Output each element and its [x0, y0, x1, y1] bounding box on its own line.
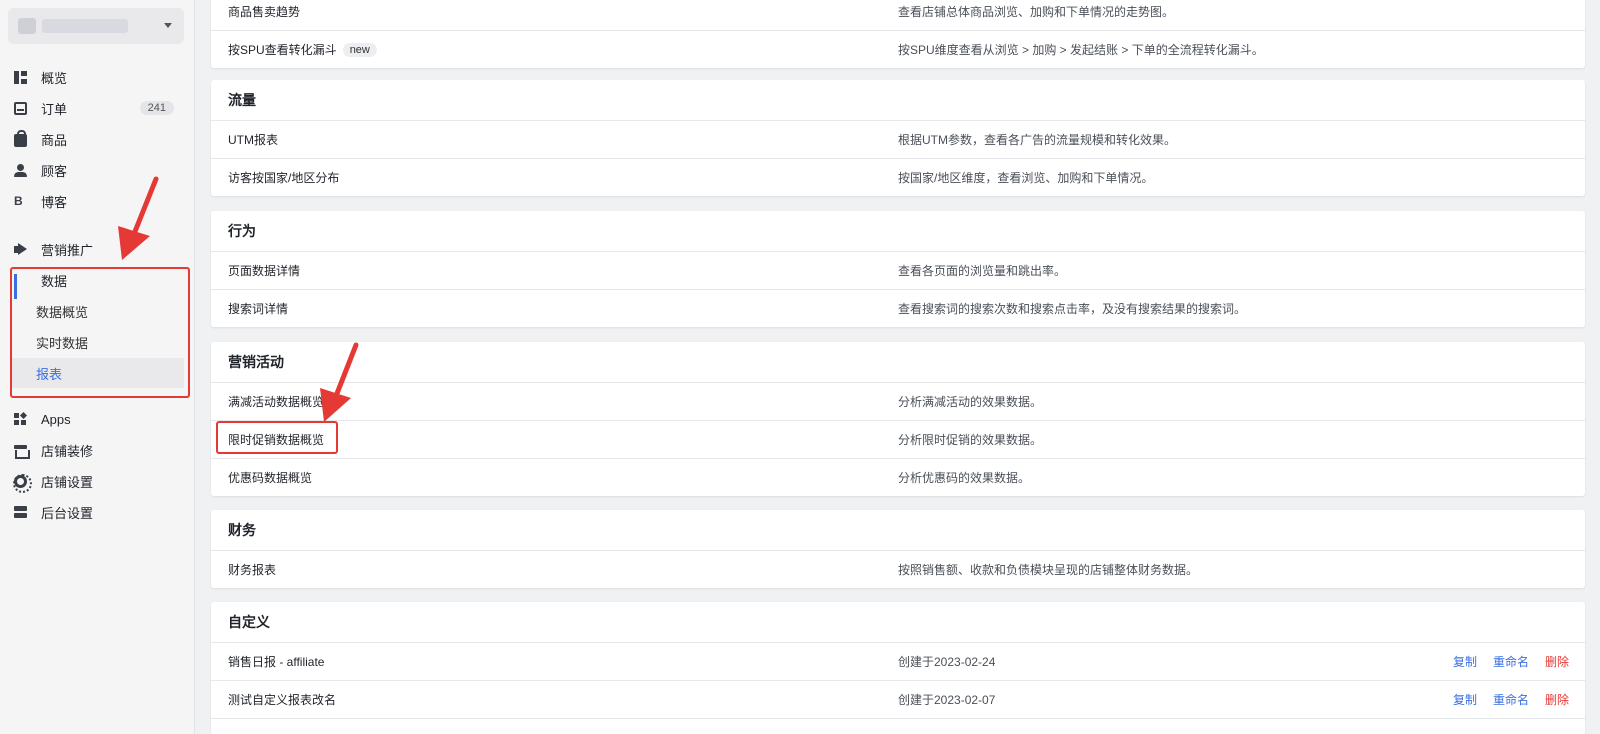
card-custom: 自定义 销售日报 - affiliate 创建于2023-02-24 复制 重命… — [211, 602, 1585, 734]
apps-icon — [14, 412, 27, 426]
report-description: 分析限时促销的效果数据。 — [898, 433, 1043, 447]
report-description: 分析满减活动的效果数据。 — [898, 395, 1043, 409]
store-switcher[interactable] — [8, 8, 184, 44]
report-created-date: 创建于2023-02-07 — [898, 693, 996, 707]
sidebar-item-label: 店铺装修 — [41, 443, 94, 459]
delete-button[interactable]: 删除 — [1545, 691, 1569, 708]
sidebar-item-admin-settings[interactable]: 后台设置 — [8, 497, 184, 527]
rename-button[interactable]: 重命名 — [1493, 691, 1529, 708]
annotation-arrow-icon — [320, 342, 359, 422]
report-created-date: 创建于2023-02-24 — [898, 655, 996, 669]
report-description: 按SPU维度查看从浏览 > 加购 > 发起结账 > 下单的全流程转化漏斗。 — [898, 43, 1264, 57]
table-row[interactable]: 财务报表 按照销售额、收款和负债模块呈现的店铺整体财务数据。 — [211, 550, 1585, 588]
chevron-down-icon — [164, 23, 172, 28]
sidebar-item-label: 店铺设置 — [41, 474, 94, 490]
sidebar-item-theme[interactable]: 店铺装修 — [8, 435, 184, 465]
report-name[interactable]: 满减活动数据概览 — [228, 393, 324, 410]
table-row-partial[interactable] — [211, 718, 1585, 734]
report-name[interactable]: UTM报表 — [228, 131, 278, 148]
store-name-blurred — [42, 19, 128, 33]
report-description: 查看各页面的浏览量和跳出率。 — [898, 264, 1067, 278]
shopping-bag-icon — [14, 129, 27, 147]
sidebar-item-label: 概览 — [41, 70, 68, 86]
report-name[interactable]: 优惠码数据概览 — [228, 469, 312, 486]
section-title: 财务 — [228, 522, 256, 538]
highlight-box-analytics-menu — [10, 267, 190, 398]
report-name-text: 按SPU查看转化漏斗 — [228, 43, 337, 57]
report-name[interactable]: 财务报表 — [228, 561, 276, 578]
report-name[interactable]: 测试自定义报表改名 — [228, 691, 336, 708]
table-row[interactable]: 满减活动数据概览 分析满减活动的效果数据。 — [211, 382, 1585, 420]
report-name[interactable]: 按SPU查看转化漏斗 new — [228, 41, 377, 58]
report-description: 查看搜索词的搜索次数和搜索点击率，及没有搜索结果的搜索词。 — [898, 302, 1247, 316]
table-row[interactable]: 限时促销数据概览 分析限时促销的效果数据。 — [211, 420, 1585, 458]
section-title: 自定义 — [228, 614, 270, 630]
sidebar-item-overview[interactable]: 概览 — [8, 62, 184, 92]
report-name[interactable]: 页面数据详情 — [228, 262, 300, 279]
sidebar-item-apps[interactable]: Apps — [8, 404, 184, 434]
sidebar-item-label: Apps — [41, 411, 71, 427]
card-traffic: 流量 UTM报表 根据UTM参数，查看各广告的流量规模和转化效果。 访客按国家/… — [211, 80, 1585, 196]
section-title: 行为 — [228, 223, 256, 239]
dashboard-icon — [14, 70, 27, 84]
server-icon — [14, 505, 27, 519]
report-name[interactable]: 访客按国家/地区分布 — [228, 169, 339, 186]
annotation-arrow-icon — [118, 176, 159, 260]
sidebar-item-orders[interactable]: 订单 241 — [8, 93, 184, 123]
megaphone-icon — [14, 243, 27, 256]
report-description: 按照销售额、收款和负债模块呈现的店铺整体财务数据。 — [898, 563, 1199, 577]
report-name[interactable]: 销售日报 - affiliate — [228, 653, 324, 670]
sidebar-item-label: 后台设置 — [41, 505, 94, 521]
new-badge: new — [342, 42, 377, 57]
section-title: 营销活动 — [228, 354, 284, 370]
table-row[interactable]: 测试自定义报表改名 创建于2023-02-07 复制 重命名 删除 — [211, 680, 1585, 718]
report-description: 按国家/地区维度，查看浏览、加购和下单情况。 — [898, 171, 1154, 185]
store-logo-blurred — [18, 18, 36, 34]
row-actions: 复制 重命名 删除 — [1453, 653, 1569, 670]
gear-icon — [13, 473, 32, 493]
inbox-icon — [14, 101, 27, 115]
copy-button[interactable]: 复制 — [1453, 691, 1477, 708]
sidebar-item-label: 商品 — [41, 132, 68, 148]
delete-button[interactable]: 删除 — [1545, 653, 1569, 670]
card-finance: 财务 财务报表 按照销售额、收款和负债模块呈现的店铺整体财务数据。 — [211, 510, 1585, 588]
report-description: 查看店铺总体商品浏览、加购和下单情况的走势图。 — [898, 4, 1175, 19]
storefront-icon — [14, 444, 30, 459]
scrollbar-track[interactable] — [1588, 0, 1600, 734]
blog-icon: B — [14, 193, 23, 208]
report-name[interactable]: 搜索词详情 — [228, 300, 288, 317]
report-name[interactable]: 商品售卖趋势 — [228, 3, 300, 20]
report-description: 分析优惠码的效果数据。 — [898, 471, 1031, 485]
row-actions: 复制 重命名 删除 — [1453, 691, 1569, 708]
table-row[interactable]: 商品售卖趋势 查看店铺总体商品浏览、加购和下单情况的走势图。 — [211, 0, 1585, 30]
sidebar-item-store-settings[interactable]: 店铺设置 — [8, 466, 184, 496]
highlight-box-flash-sale-report — [216, 421, 338, 454]
report-description: 根据UTM参数，查看各广告的流量规模和转化效果。 — [898, 133, 1176, 147]
rename-button[interactable]: 重命名 — [1493, 653, 1529, 670]
section-title: 流量 — [228, 92, 256, 108]
card-behavior: 行为 页面数据详情 查看各页面的浏览量和跳出率。 搜索词详情 查看搜索词的搜索次… — [211, 211, 1585, 327]
sidebar-item-label: 订单 — [41, 101, 68, 117]
table-row[interactable]: UTM报表 根据UTM参数，查看各广告的流量规模和转化效果。 — [211, 120, 1585, 158]
card-marketing: 营销活动 满减活动数据概览 分析满减活动的效果数据。 限时促销数据概览 分析限时… — [211, 342, 1585, 496]
orders-count-badge: 241 — [139, 101, 174, 115]
table-row[interactable]: 搜索词详情 查看搜索词的搜索次数和搜索点击率，及没有搜索结果的搜索词。 — [211, 289, 1585, 327]
copy-button[interactable]: 复制 — [1453, 653, 1477, 670]
table-row[interactable]: 销售日报 - affiliate 创建于2023-02-24 复制 重命名 删除 — [211, 642, 1585, 680]
table-row[interactable]: 按SPU查看转化漏斗 new 按SPU维度查看从浏览 > 加购 > 发起结账 >… — [211, 30, 1585, 68]
table-row[interactable]: 优惠码数据概览 分析优惠码的效果数据。 — [211, 458, 1585, 496]
table-row[interactable]: 页面数据详情 查看各页面的浏览量和跳出率。 — [211, 251, 1585, 289]
sidebar-item-products[interactable]: 商品 — [8, 124, 184, 154]
user-icon — [14, 163, 27, 177]
card-sales-trends: 商品售卖趋势 查看店铺总体商品浏览、加购和下单情况的走势图。 按SPU查看转化漏… — [211, 0, 1585, 68]
table-row[interactable]: 访客按国家/地区分布 按国家/地区维度，查看浏览、加购和下单情况。 — [211, 158, 1585, 196]
